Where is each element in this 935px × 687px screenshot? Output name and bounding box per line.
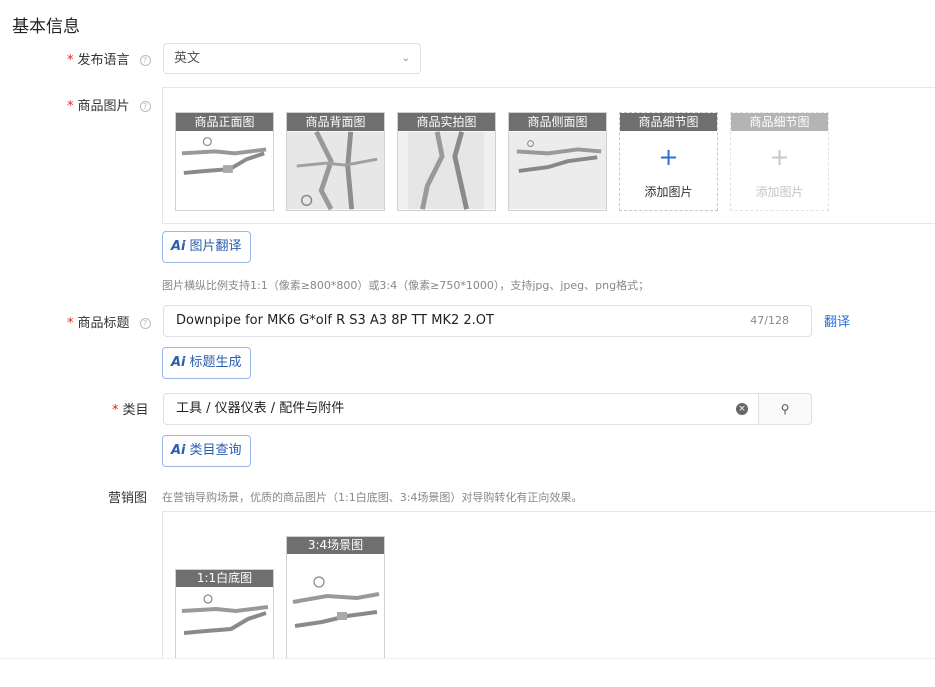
language-label: * 发布语言? [67,49,151,68]
chevron-down-icon: ⌄ [401,53,410,64]
downpipe-photo [509,131,606,210]
downpipe-photo [176,131,273,210]
category-label: * 类目 [112,399,149,418]
downpipe-photo [287,554,384,668]
downpipe-photo [398,131,495,210]
title-input-value: Downpipe for MK6 G*olf R S3 A3 8P TT MK2… [176,313,494,328]
language-select[interactable]: 英文 ⌄ [163,43,421,74]
images-label-text: 商品图片 [77,99,130,114]
downpipe-photo [176,587,273,668]
category-query-button[interactable]: Ai 类目查询 [162,435,251,467]
required-mark: * [67,99,74,114]
image-caption: 3:4场景图 [287,537,384,554]
title-translate-link[interactable]: 翻译 [824,311,850,330]
image-caption: 1:1白底图 [176,570,273,587]
title-generate-label: 标题生成 [189,355,242,370]
product-image-real[interactable]: 商品实拍图 [397,112,496,211]
help-icon[interactable]: ? [139,55,151,66]
ai-icon: Ai [171,443,186,458]
title-input[interactable]: Downpipe for MK6 G*olf R S3 A3 8P TT MK2… [163,305,812,337]
add-image-label: 添加图片 [644,185,693,199]
title-char-count: 47/128 [750,314,789,327]
category-input[interactable]: 工具 / 仪器仪表 / 配件与附件 × [163,393,759,425]
image-caption: 商品背面图 [287,113,384,131]
bottom-bar [0,658,935,687]
add-detail-image-button-disabled: 商品细节图 + 添加图片 [730,112,829,211]
add-detail-image-button[interactable]: 商品细节图 + 添加图片 [619,112,718,211]
marketing-image-white[interactable]: 1:1白底图 [175,569,274,669]
category-value: 工具 / 仪器仪表 / 配件与附件 [176,401,345,416]
category-query-label: 类目查询 [189,443,242,458]
image-caption: 商品实拍图 [398,113,495,131]
ai-icon: Ai [171,239,186,254]
search-icon: ⚲ [780,402,790,416]
category-search-button[interactable]: ⚲ [758,393,812,425]
language-select-value: 英文 [174,51,201,66]
image-translate-label: 图片翻译 [189,239,242,254]
category-label-text: 类目 [122,403,149,418]
image-caption: 商品侧面图 [509,113,606,131]
required-mark: * [67,316,74,331]
required-mark: * [112,403,119,418]
product-image-front[interactable]: 商品正面图 [175,112,274,211]
section-title: 基本信息 [12,17,80,37]
clear-icon[interactable]: × [736,403,748,415]
product-image-side[interactable]: 商品侧面图 [508,112,607,211]
title-label: * 商品标题? [67,312,151,331]
images-label: * 商品图片? [67,95,151,114]
add-image-label: 添加图片 [755,185,804,199]
image-hint: 图片横纵比例支持1:1（像素≥800*800）或3:4（像素≥750*1000）… [162,279,650,292]
required-mark: * [67,53,74,68]
marketing-label: 营销图 [108,491,148,506]
image-translate-button[interactable]: Ai 图片翻译 [162,231,251,263]
marketing-hint: 在营销导购场景，优质的商品图片（1:1白底图、3:4场景图）对导购转化有正向效果… [162,491,583,504]
product-image-back[interactable]: 商品背面图 [286,112,385,211]
marketing-image-scene[interactable]: 3:4场景图 [286,536,385,669]
help-icon[interactable]: ? [139,318,151,329]
ai-icon: Ai [171,355,186,370]
plus-icon: + [769,143,790,171]
image-caption: 商品正面图 [176,113,273,131]
image-caption: 商品细节图 [731,113,828,131]
title-label-text: 商品标题 [77,316,130,331]
marketing-images-panel [162,511,935,671]
plus-icon: + [658,143,679,171]
language-label-text: 发布语言 [77,53,130,68]
help-icon[interactable]: ? [139,101,151,112]
title-generate-button[interactable]: Ai 标题生成 [162,347,251,379]
downpipe-photo [287,131,384,210]
image-caption: 商品细节图 [620,113,717,131]
